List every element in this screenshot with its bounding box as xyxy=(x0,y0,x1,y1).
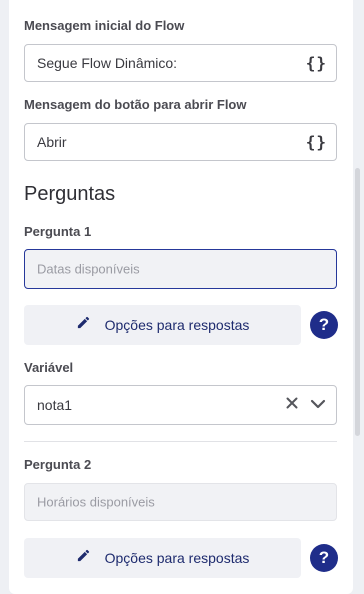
pencil-icon xyxy=(76,548,91,568)
question-1-placeholder: Datas disponíveis xyxy=(37,261,140,277)
question-1-options-label: Opções para respostas xyxy=(104,317,250,333)
help-icon[interactable]: ? xyxy=(310,544,338,572)
pencil-icon xyxy=(76,315,91,335)
flow-settings-panel: Mensagem inicial do Flow Segue Flow Dinâ… xyxy=(9,0,353,594)
flow-message-value: Segue Flow Dinâmico: xyxy=(37,55,178,71)
scrollbar[interactable] xyxy=(355,168,360,436)
question-divider xyxy=(24,441,337,442)
question-2-placeholder: Horários disponíveis xyxy=(37,494,155,510)
curly-braces-icon[interactable]: {} xyxy=(306,133,327,152)
question-2-options-button[interactable]: Opções para respostas xyxy=(24,538,301,578)
flow-message-label: Mensagem inicial do Flow xyxy=(24,18,185,33)
chevron-down-icon[interactable] xyxy=(310,396,326,414)
variable-value: nota1 xyxy=(37,397,73,413)
curly-braces-icon[interactable]: {} xyxy=(306,54,327,73)
help-icon[interactable]: ? xyxy=(310,311,338,339)
variable-select[interactable]: nota1 xyxy=(24,385,337,425)
question-1-label: Pergunta 1 xyxy=(24,224,92,239)
variable-label: Variável xyxy=(24,360,74,375)
button-message-input[interactable]: Abrir {} xyxy=(24,123,337,161)
button-message-value: Abrir xyxy=(37,134,67,150)
question-1-input[interactable]: Datas disponíveis xyxy=(24,249,337,289)
question-2-input[interactable]: Horários disponíveis xyxy=(24,483,337,521)
questions-title: Perguntas xyxy=(24,183,116,205)
button-message-label: Mensagem do botão para abrir Flow xyxy=(24,97,247,112)
flow-message-input[interactable]: Segue Flow Dinâmico: {} xyxy=(24,44,337,82)
clear-icon[interactable] xyxy=(286,396,298,414)
question-1-options-button[interactable]: Opções para respostas xyxy=(24,305,301,345)
question-2-label: Pergunta 2 xyxy=(24,457,92,472)
question-2-options-label: Opções para respostas xyxy=(104,550,250,566)
